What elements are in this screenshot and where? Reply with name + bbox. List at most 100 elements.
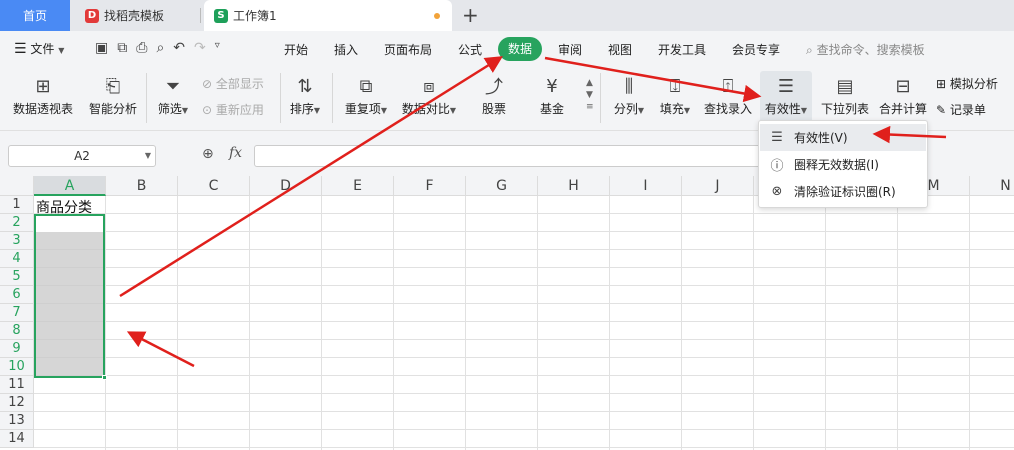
row-header-4[interactable]: 4 <box>0 250 34 268</box>
menu-row: ☰ 文件 ▼ ▣ ⧉ ⎙ ⌕ ↶ ↷ ▿ 开始 插入 页面布局 公式 数据 审阅… <box>0 31 1014 67</box>
formula-input[interactable] <box>254 145 774 167</box>
tab-view[interactable]: 视图 <box>608 41 632 58</box>
grid-row-line <box>34 267 1014 268</box>
column-header-c[interactable]: C <box>178 176 250 196</box>
zoom-icon[interactable]: ⊕ <box>202 146 214 162</box>
chevron-down-icon: ▼ <box>683 106 691 115</box>
yen-circle-icon: ¥ <box>546 75 558 97</box>
what-if-analysis-button[interactable]: ⊞ 模拟分析 <box>936 75 998 92</box>
tab-start[interactable]: 开始 <box>284 41 308 58</box>
tab-review[interactable]: 审阅 <box>558 41 582 58</box>
split-column-button[interactable]: ⫼ 分列▼ <box>610 71 648 127</box>
print-icon[interactable]: ⎙ <box>136 40 147 56</box>
column-header-h[interactable]: H <box>538 176 610 196</box>
reapply-label: 重新应用 <box>215 103 264 117</box>
file-menu[interactable]: ☰ 文件 ▼ <box>14 40 64 57</box>
command-search[interactable]: ⌕ 查找命令、搜索模板 <box>806 41 925 58</box>
chevron-down-icon: ▼ <box>181 106 189 115</box>
chevron-down-icon: ▼ <box>380 106 388 115</box>
column-header-n[interactable]: N <box>970 176 1014 196</box>
undo-icon[interactable]: ↶ <box>173 40 185 56</box>
filter-button[interactable]: ⏷ 筛选▼ <box>154 71 192 127</box>
duplicates-button[interactable]: ⧉ 重复项▼ <box>340 71 392 127</box>
column-header-b[interactable]: B <box>106 176 178 196</box>
tab-home[interactable]: 首页 <box>0 0 70 31</box>
tab-developer[interactable]: 开发工具 <box>658 41 706 58</box>
sort-button[interactable]: ⇅ 排序▼ <box>286 71 324 127</box>
row-header-13[interactable]: 13 <box>0 412 34 430</box>
reapply-button[interactable]: ⊙ 重新应用 <box>202 101 264 118</box>
show-all-button[interactable]: ⊘ 全部显示 <box>202 75 264 92</box>
row-header-7[interactable]: 7 <box>0 304 34 322</box>
row-header-12[interactable]: 12 <box>0 394 34 412</box>
column-header-a[interactable]: A <box>34 176 106 196</box>
ribbon-gallery-scroll[interactable]: ▲ ▼ ≡ <box>586 77 594 113</box>
more-icon[interactable]: ▿ <box>215 40 220 56</box>
fill-handle[interactable] <box>102 375 107 380</box>
save-icon[interactable]: ▣ <box>95 40 108 56</box>
grid-row-line <box>34 447 1014 448</box>
tab-docer-templates[interactable]: D 找稻壳模板 <box>77 0 201 31</box>
row-header-5[interactable]: 5 <box>0 268 34 286</box>
pivot-table-icon: ⊞ <box>35 75 51 97</box>
row-header-2[interactable]: 2 <box>0 214 34 232</box>
row-header-6[interactable]: 6 <box>0 286 34 304</box>
record-form-button[interactable]: ✎ 记录单 <box>936 101 986 118</box>
menu-item-validity[interactable]: ☰ 有效性(V) <box>760 124 926 151</box>
grid-row-line <box>34 213 1014 214</box>
duplicates-icon: ⧉ <box>359 75 373 97</box>
tab-workbook[interactable]: S 工作簿1 <box>204 0 452 31</box>
stock-button[interactable]: ⤴ 股票 <box>474 71 514 127</box>
smart-analysis-button[interactable]: ⎗ 智能分析 <box>86 71 140 127</box>
menu-item-clear-circles-label: 清除验证标识圈(R) <box>794 185 896 199</box>
column-header-f[interactable]: F <box>394 176 466 196</box>
row-header-14[interactable]: 14 <box>0 430 34 448</box>
validity-icon: ☰ <box>771 130 783 145</box>
fund-label: 基金 <box>539 102 564 116</box>
column-header-i[interactable]: I <box>610 176 682 196</box>
data-compare-label: 数据对比 <box>401 102 450 116</box>
pivot-table-button[interactable]: ⊞ 数据透视表 <box>10 71 76 127</box>
column-header-d[interactable]: D <box>250 176 322 196</box>
row-header-11[interactable]: 11 <box>0 376 34 394</box>
export-icon[interactable]: ⧉ <box>117 40 127 56</box>
menu-item-circle-invalid[interactable]: ⓘ 圈释无效数据(I) <box>760 151 926 178</box>
column-header-g[interactable]: G <box>466 176 538 196</box>
grid-row-line <box>34 411 1014 412</box>
tab-formula[interactable]: 公式 <box>458 41 482 58</box>
select-all-corner[interactable] <box>0 176 34 196</box>
tab-member[interactable]: 会员专享 <box>732 41 780 58</box>
ribbon-divider <box>280 73 281 123</box>
stock-chart-icon: ⤴ <box>485 77 503 98</box>
name-box[interactable]: A2 ▼ <box>8 145 156 167</box>
print-preview-icon[interactable]: ⌕ <box>156 40 164 56</box>
row-header-8[interactable]: 8 <box>0 322 34 340</box>
redo-icon[interactable]: ↷ <box>194 40 206 56</box>
show-all-label: 全部显示 <box>215 77 264 91</box>
dropdown-list-button[interactable]: ▤ 下拉列表 <box>818 71 872 127</box>
fill-button[interactable]: ⍗ 填充▼ <box>656 71 694 127</box>
tab-data[interactable]: 数据 <box>498 37 542 61</box>
row-header-10[interactable]: 10 <box>0 358 34 376</box>
tab-insert[interactable]: 插入 <box>334 41 358 58</box>
fund-button[interactable]: ¥ 基金 <box>532 71 572 127</box>
row-header-9[interactable]: 9 <box>0 340 34 358</box>
data-compare-button[interactable]: ⧈ 数据对比▼ <box>398 71 460 127</box>
menu-item-clear-circles[interactable]: ⊗ 清除验证标识圈(R) <box>760 178 926 205</box>
fill-down-icon: ⍗ <box>669 75 681 97</box>
name-box-value: A2 <box>74 149 90 163</box>
row-header-3[interactable]: 3 <box>0 232 34 250</box>
active-cell-a2[interactable] <box>36 216 103 232</box>
column-header-j[interactable]: J <box>682 176 754 196</box>
spreadsheet-grid[interactable]: ABCDEFGHIJKLMN 1234567891011121314 商品分类 <box>0 176 1014 450</box>
validity-button[interactable]: ☰ 有效性▼ <box>760 71 812 127</box>
selected-range[interactable] <box>34 214 105 378</box>
pivot-table-label: 数据透视表 <box>12 102 73 116</box>
row-header-1[interactable]: 1 <box>0 196 34 214</box>
consolidate-button[interactable]: ⊟ 合并计算 <box>876 71 930 127</box>
lookup-entry-button[interactable]: ⍐ 查找录入 <box>702 71 754 127</box>
fx-icon[interactable]: fx <box>229 145 242 161</box>
add-tab-button[interactable]: + <box>462 3 479 27</box>
tab-page-layout[interactable]: 页面布局 <box>384 41 432 58</box>
column-header-e[interactable]: E <box>322 176 394 196</box>
